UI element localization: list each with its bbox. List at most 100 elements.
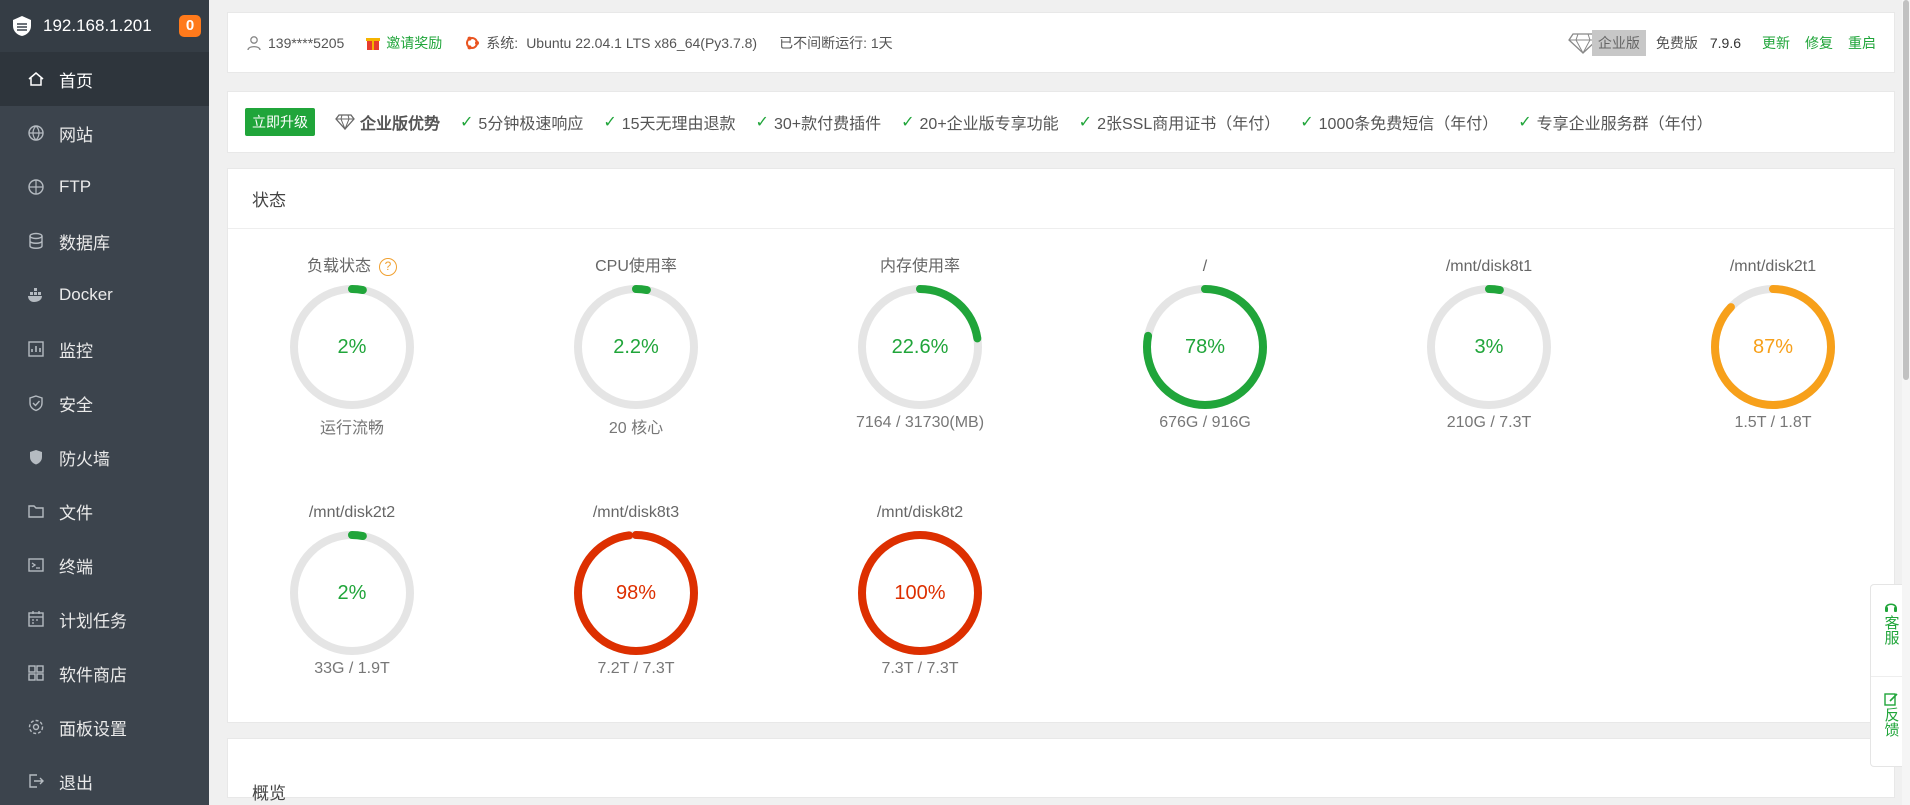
- check-icon: ✓: [1078, 114, 1093, 131]
- database-icon: [27, 232, 45, 250]
- gauge-percent: 3%: [1474, 336, 1504, 358]
- gauge-ring: 98%: [571, 528, 701, 658]
- gauge-detail: 7.2T / 7.3T: [597, 660, 675, 677]
- diamond-icon: [335, 114, 355, 130]
- shield-icon: [27, 394, 45, 412]
- check-icon: ✓: [901, 114, 915, 131]
- gauge-card[interactable]: 负载状态? 2% 运行流畅: [252, 255, 452, 438]
- sidebar-item-label: 安全: [59, 395, 93, 415]
- promo-feature: ✓ 30+款付费插件: [756, 110, 882, 134]
- sidebar-item-globe[interactable]: 网站: [0, 106, 209, 160]
- enterprise-promo-bar: 立即升级 企业版优势 ✓ 5分钟极速响应 ✓ 15天无理由退款 ✓ 30+款付费插件 ✓ 20…: [227, 91, 1895, 153]
- help-icon[interactable]: ?: [379, 258, 397, 276]
- scrollbar-thumb[interactable]: [1903, 0, 1909, 380]
- sidebar-item-database[interactable]: 数据库: [0, 214, 209, 268]
- promo-feature: ✓ 1000条免费短信（年付）: [1300, 110, 1498, 134]
- gauge-grid: 负载状态? 2% 运行流畅 CPU使用率 2.2% 20 核心 内存使用率 22.6% 7164…: [228, 229, 1894, 723]
- gauge-title: /mnt/disk2t2: [252, 501, 452, 525]
- monitor-icon: [27, 340, 45, 358]
- gauge-title: /mnt/disk2t1: [1673, 255, 1873, 279]
- gauge-detail: 210G / 7.3T: [1446, 414, 1532, 431]
- sidebar-item-logout[interactable]: 退出: [0, 754, 209, 805]
- gauge-title: CPU使用率: [536, 255, 736, 279]
- gauge-card[interactable]: / 78% 676G / 916G: [1105, 255, 1305, 432]
- gauge-ring: 22.6%: [855, 282, 985, 412]
- enterprise-advantage-label: 企业版优势: [360, 116, 441, 133]
- gauge-card[interactable]: /mnt/disk8t3 98% 7.2T / 7.3T: [536, 501, 736, 678]
- sidebar-item-label: Docker: [59, 285, 113, 304]
- promo-feature-label: 2张SSL商用证书（年付）: [1097, 116, 1281, 133]
- enterprise-advantage: 企业版优势: [335, 110, 440, 134]
- main-content: 139****5205 邀请奖励 系统: Ubuntu 22.04.1 LTS …: [227, 12, 1895, 803]
- repair-link[interactable]: 修复: [1805, 33, 1833, 53]
- sidebar-item-folder[interactable]: 文件: [0, 484, 209, 538]
- gauge-title: /: [1105, 255, 1305, 279]
- notification-badge[interactable]: 0: [179, 15, 201, 37]
- gauge-ring: 3%: [1424, 282, 1554, 412]
- gauge-title: /mnt/disk8t3: [536, 501, 736, 525]
- user-account[interactable]: 139****5205: [246, 35, 344, 51]
- sidebar-item-label: 退出: [59, 773, 93, 793]
- sidebar-item-monitor[interactable]: 监控: [0, 322, 209, 376]
- gauge-percent: 2%: [337, 336, 367, 358]
- gauge-card[interactable]: 内存使用率 22.6% 7164 / 31730(MB): [820, 255, 1020, 432]
- sidebar-item-shield[interactable]: 安全: [0, 376, 209, 430]
- overview-panel: 概览: [227, 738, 1895, 803]
- gauge-title-text: 内存使用率: [879, 258, 960, 275]
- promo-feature-label: 1000条免费短信（年付）: [1318, 116, 1499, 133]
- invite-reward[interactable]: 邀请奖励: [366, 33, 442, 53]
- gauge-card[interactable]: /mnt/disk2t2 2% 33G / 1.9T: [252, 501, 452, 678]
- apps-icon: [27, 664, 45, 682]
- home-icon: [27, 70, 45, 88]
- check-icon: ✓: [755, 114, 769, 131]
- gauge-percent: 2%: [337, 582, 367, 604]
- logout-icon: [27, 772, 45, 790]
- promo-feature: ✓ 专享企业服务群（年付）: [1518, 110, 1712, 134]
- free-edition-label: 免费版: [1655, 34, 1698, 51]
- sidebar-item-label: FTP: [59, 177, 92, 196]
- gauge-title: 负载状态?: [252, 255, 452, 279]
- promo-feature-label: 专享企业服务群（年付）: [1536, 116, 1713, 133]
- sidebar-item-calendar[interactable]: 计划任务: [0, 592, 209, 646]
- gift-icon: [366, 37, 381, 50]
- invite-reward-label: 邀请奖励: [386, 34, 443, 51]
- gauge-ring: 87%: [1708, 282, 1838, 412]
- ftp-icon: [27, 178, 45, 196]
- feedback-label: 反馈: [1882, 706, 1900, 737]
- gauge-title-text: /mnt/disk2t1: [1729, 258, 1817, 275]
- enterprise-tag[interactable]: 企业版: [1568, 29, 1646, 56]
- sidebar-item-label: 软件商店: [59, 665, 127, 685]
- gauge-title-text: /mnt/disk8t1: [1445, 258, 1533, 275]
- sidebar-item-apps[interactable]: 软件商店: [0, 646, 209, 700]
- sidebar-item-label: 网站: [59, 125, 93, 145]
- gauge-title-text: /mnt/disk8t2: [876, 504, 964, 521]
- update-link[interactable]: 更新: [1762, 33, 1790, 53]
- gauge-detail: 7.3T / 7.3T: [881, 660, 959, 677]
- sidebar-item-label: 计划任务: [59, 611, 127, 631]
- sidebar-item-ftp[interactable]: FTP: [0, 160, 209, 214]
- calendar-icon: [27, 610, 45, 628]
- restart-link[interactable]: 重启: [1848, 33, 1876, 53]
- status-panel: 状态 负载状态? 2% 运行流畅 CPU使用率 2.2% 20 核心 内存使用率 22.6% 7…: [227, 168, 1895, 723]
- gauge-percent: 98%: [615, 582, 657, 604]
- terminal-icon: [27, 556, 45, 574]
- sidebar-item-terminal[interactable]: 终端: [0, 538, 209, 592]
- sidebar-item-home[interactable]: 首页: [0, 52, 209, 106]
- headset-icon: [1884, 603, 1897, 612]
- sidebar-item-label: 终端: [59, 557, 93, 577]
- sidebar-item-docker[interactable]: Docker: [0, 268, 209, 322]
- gauge-percent: 2.2%: [613, 336, 659, 358]
- gauge-title: /mnt/disk8t2: [820, 501, 1020, 525]
- gauge-card[interactable]: /mnt/disk8t2 100% 7.3T / 7.3T: [820, 501, 1020, 678]
- gauge-card[interactable]: /mnt/disk2t1 87% 1.5T / 1.8T: [1673, 255, 1873, 432]
- sidebar-item-label: 面板设置: [59, 719, 127, 739]
- sidebar-item-firewall[interactable]: 防火墙: [0, 430, 209, 484]
- promo-feature: ✓ 20+企业版专享功能: [901, 110, 1059, 134]
- gauge-card[interactable]: CPU使用率 2.2% 20 核心: [536, 255, 736, 438]
- promo-feature-label: 20+企业版专享功能: [919, 116, 1059, 133]
- page-scrollbar[interactable]: [1902, 0, 1910, 805]
- gauge-card[interactable]: /mnt/disk8t1 3% 210G / 7.3T: [1389, 255, 1589, 432]
- upgrade-button[interactable]: 立即升级: [245, 108, 315, 136]
- server-ip: 192.168.1.201: [43, 16, 152, 35]
- sidebar-item-gear[interactable]: 面板设置: [0, 700, 209, 754]
